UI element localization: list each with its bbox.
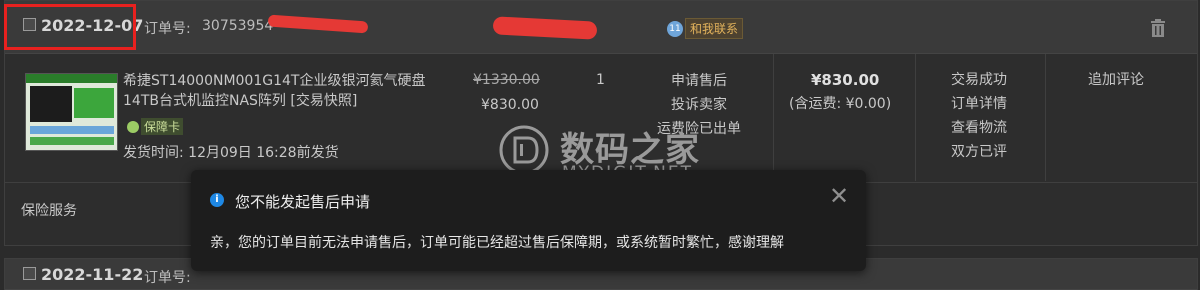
redaction-mark [492, 16, 598, 40]
order-detail-link[interactable]: 订单详情 [951, 94, 1007, 114]
order-date: 2022-11-22 [41, 265, 144, 284]
toast-title: 您不能发起售后申请 [235, 193, 371, 211]
contact-seller-link[interactable]: 11 和我联系 [667, 18, 744, 39]
trade-status: 交易成功 [951, 72, 1007, 88]
shipping-fee: (含运费: ¥0.00) [789, 96, 892, 112]
close-icon[interactable]: ✕ [829, 184, 849, 208]
quantity: 1 [596, 72, 605, 88]
product-title-line2: 14TB台式机监控NAS阵列 [交易快照] [123, 93, 358, 109]
shield-icon [127, 120, 139, 133]
column-divider [1045, 54, 1046, 181]
add-review-link[interactable]: 追加评论 [1088, 70, 1144, 90]
apply-aftersale-link[interactable]: 申请售后 [671, 71, 727, 91]
ship-time: 发货时间: 12月09日 16:28前发货 [123, 145, 339, 161]
order-total: ¥830.00 [811, 71, 880, 89]
column-divider [773, 54, 774, 181]
product-thumbnail[interactable] [25, 73, 118, 151]
redaction-mark [267, 14, 369, 34]
aftersale-error-toast: i 您不能发起售后申请 ✕ 亲，您的订单目前无法申请售后，订单可能已经超过售后保… [191, 170, 866, 271]
info-icon: i [210, 193, 224, 207]
product-title-link[interactable]: 希捷ST14000NM001G14T企业级银河氦气硬盘 14TB台式机监控NAS… [123, 71, 425, 111]
both-reviewed-status: 双方已评 [951, 144, 1007, 160]
order-number-label: 订单号: [144, 21, 191, 37]
insurance-service: 保险服务 [21, 203, 77, 219]
column-divider [915, 54, 916, 181]
original-price: ¥1330.00 [473, 72, 540, 88]
highlight-box [4, 4, 136, 50]
view-logistics-link[interactable]: 查看物流 [951, 118, 1007, 138]
order-number: 30753954 [202, 18, 274, 34]
chat-icon: 11 [667, 20, 683, 37]
order-number-label: 订单号: [144, 270, 191, 286]
order-header: 2022-12-07 订单号: 30753954 11 和我联系 [5, 1, 1197, 54]
guarantee-badge[interactable]: 保障卡 [127, 118, 184, 135]
guarantee-badge-label: 保障卡 [141, 118, 184, 135]
toast-message: 亲，您的订单目前无法申请售后，订单可能已经超过售后保障期，或系统暂时繁忙，感谢理… [210, 235, 784, 251]
trash-icon[interactable] [1150, 19, 1166, 37]
contact-seller-label: 和我联系 [685, 18, 744, 39]
mydigit-logo-icon [499, 125, 549, 175]
unit-price: ¥830.00 [481, 97, 539, 113]
complain-seller-link[interactable]: 投诉卖家 [671, 95, 727, 115]
product-title-line1: 希捷ST14000NM001G14T企业级银河氦气硬盘 [123, 73, 426, 89]
